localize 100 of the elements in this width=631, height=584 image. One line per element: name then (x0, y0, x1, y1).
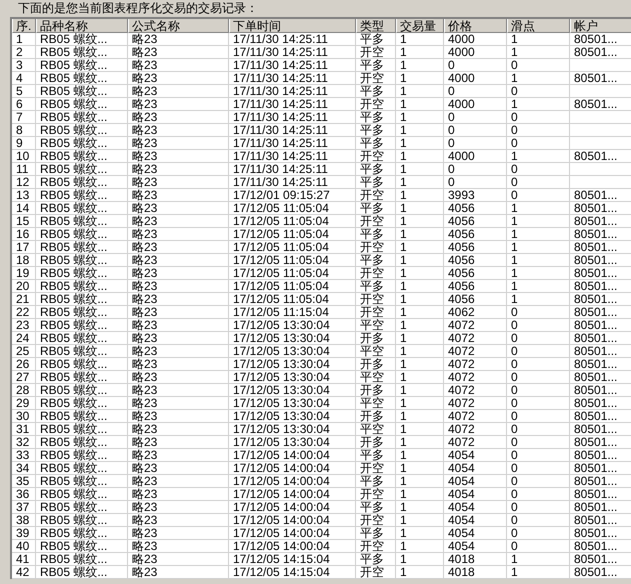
table-cell: 略23 (132, 214, 158, 228)
table-cell: RB05 螺纹... (40, 396, 108, 410)
table-cell: 略23 (132, 110, 158, 124)
table-cell: 13 (16, 188, 30, 202)
table-cell: 37 (16, 500, 30, 514)
table-cell: 1 (400, 32, 407, 46)
table-cell: 1 (511, 149, 518, 163)
table-cell: 1 (400, 279, 407, 293)
table-cell: 80501... (574, 266, 618, 280)
table-cell: 4072 (448, 396, 475, 410)
table-cell: 开空 (360, 305, 384, 319)
table-cell: 33 (16, 448, 30, 462)
table-cell: 平多 (360, 201, 384, 215)
table-cell: 4056 (448, 240, 475, 254)
table-cell: RB05 螺纹... (40, 58, 108, 72)
table-cell: 39 (16, 526, 30, 540)
table-cell: 略23 (132, 253, 158, 267)
table-cell: 80501... (574, 383, 618, 397)
table-cell: 30 (16, 409, 30, 423)
table-cell: 1 (400, 97, 407, 111)
table-cell: 14 (16, 201, 30, 215)
table-cell: 开空 (360, 45, 384, 59)
column-header[interactable]: 品种名称 (36, 19, 128, 33)
table-cell: RB05 螺纹... (40, 552, 108, 566)
table-cell: 开多 (360, 383, 384, 397)
table-cell: RB05 螺纹... (40, 45, 108, 59)
table-cell: 0 (511, 422, 518, 436)
table-cell: 80501... (574, 45, 618, 59)
column-header[interactable]: 下单时间 (229, 19, 356, 33)
table-cell: 80501... (574, 526, 618, 540)
table-cell: 4072 (448, 318, 475, 332)
column-header[interactable]: 序. (12, 19, 36, 33)
table-cell: RB05 螺纹... (40, 149, 108, 163)
table-cell: 平多 (360, 162, 384, 176)
table-cell: 17/11/30 14:25:11 (233, 123, 328, 137)
table-cell: 1 (400, 71, 407, 85)
table-cell: 80501... (574, 188, 618, 202)
table-cell: 平多 (360, 136, 384, 150)
table-cell: 80501... (574, 305, 618, 319)
table-cell: 开空 (360, 461, 384, 475)
table-cell: 80501... (574, 448, 618, 462)
table-cell: 1 (400, 344, 407, 358)
table-cell: 0 (511, 435, 518, 449)
table-cell: 略23 (132, 188, 158, 202)
table-cell: 3 (16, 58, 23, 72)
column-header[interactable]: 公式名称 (128, 19, 229, 33)
table-cell: 略23 (132, 513, 158, 527)
column-header[interactable]: 价格 (444, 19, 507, 33)
table-cell: 17/11/30 14:25:11 (233, 136, 328, 150)
table-cell: 17/11/30 14:25:11 (233, 162, 328, 176)
table-cell: 平空 (360, 370, 384, 384)
table-cell: 1 (400, 214, 407, 228)
table-cell: 0 (511, 162, 518, 176)
table-cell: RB05 螺纹... (40, 110, 108, 124)
table-cell: 略23 (132, 422, 158, 436)
table-cell: 4072 (448, 331, 475, 345)
column-header[interactable]: 类型 (356, 19, 396, 33)
table-cell: 80501... (574, 214, 618, 228)
table-cell: 1 (400, 123, 407, 137)
table-cell: 1 (511, 227, 518, 241)
table-cell: 略23 (132, 149, 158, 163)
table-cell: 1 (400, 526, 407, 540)
table-cell: 开空 (360, 292, 384, 306)
table-cell: 略23 (132, 45, 158, 59)
table-cell: 32 (16, 435, 30, 449)
table-cell: 80501... (574, 32, 618, 46)
table-cell: 0 (511, 175, 518, 189)
table-cell: 1 (400, 500, 407, 514)
table-cell: 1 (400, 188, 407, 202)
table-cell: 平空 (360, 344, 384, 358)
table-cell: 17/12/05 11:05:04 (233, 279, 329, 293)
table-cell: 17/12/05 11:05:04 (233, 240, 329, 254)
table-cell: 17/12/05 13:30:04 (233, 331, 330, 345)
table-cell: 1 (400, 435, 407, 449)
table-cell: RB05 螺纹... (40, 435, 108, 449)
table-cell: 4054 (448, 513, 475, 527)
table-cell: 1 (400, 565, 407, 579)
table-cell: 0 (511, 318, 518, 332)
table-cell: 平多 (360, 84, 384, 98)
table-cell: 1 (400, 149, 407, 163)
table-cell: 1 (400, 448, 407, 462)
table-cell: 略23 (132, 370, 158, 384)
table-cell: 17/12/05 13:30:04 (233, 435, 330, 449)
table-cell: 17/11/30 14:25:11 (233, 45, 328, 59)
table-cell: RB05 螺纹... (40, 331, 108, 345)
table-cell: 0 (511, 331, 518, 345)
table-cell: 6 (16, 97, 23, 111)
table-cell: 17/12/05 11:15:04 (233, 305, 329, 319)
table-cell: RB05 螺纹... (40, 71, 108, 85)
table-cell: 4018 (448, 565, 475, 579)
column-header[interactable]: 滑点 (507, 19, 570, 33)
table-cell: 20 (16, 279, 30, 293)
column-header[interactable]: 交易量 (396, 19, 444, 33)
table-cell: 开空 (360, 539, 384, 553)
column-header[interactable]: 帐户 (570, 19, 631, 33)
table-cell: 略23 (132, 305, 158, 319)
table-cell: 1 (400, 422, 407, 436)
table-cell: RB05 螺纹... (40, 357, 108, 371)
table-cell: 1 (400, 383, 407, 397)
table-cell: 4054 (448, 539, 475, 553)
